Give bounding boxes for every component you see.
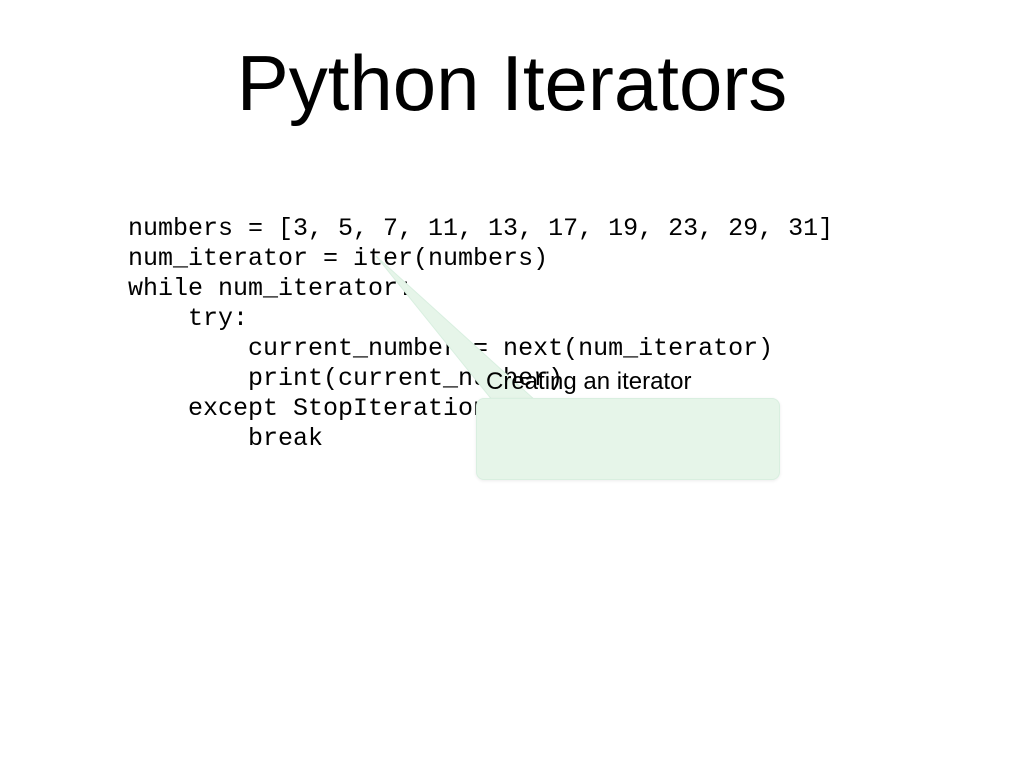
slide: Python Iterators numbers = [3, 5, 7, 11,… <box>0 0 1024 768</box>
callout-label: Creating an iterator <box>486 368 691 396</box>
slide-title: Python Iterators <box>0 38 1024 129</box>
code-line: break <box>128 424 323 453</box>
code-line: numbers = [3, 5, 7, 11, 13, 17, 19, 23, … <box>128 214 833 243</box>
code-line: try: <box>128 304 248 333</box>
callout-box <box>476 398 780 480</box>
